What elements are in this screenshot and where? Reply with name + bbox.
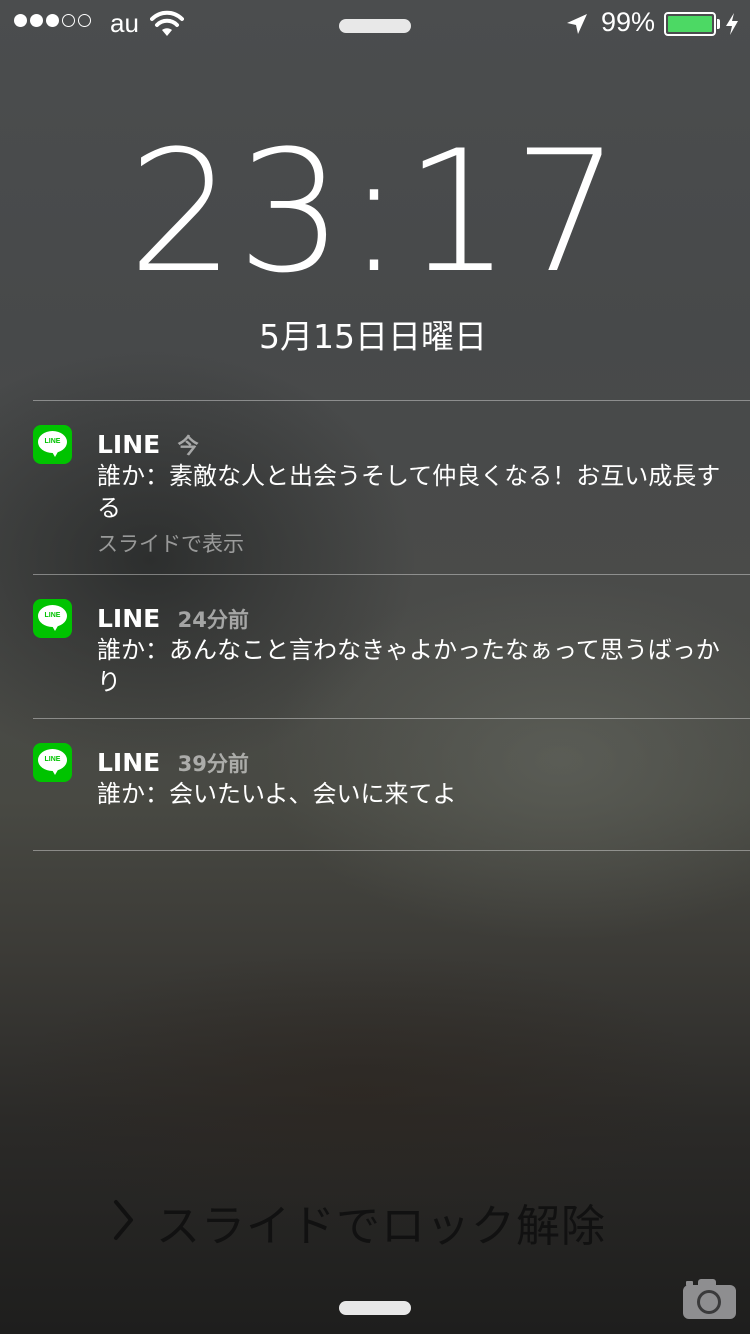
notification-slide-hint: スライドで表示: [97, 532, 244, 556]
top-grabber-handle[interactable]: [339, 19, 411, 33]
carrier-name: au: [110, 8, 139, 38]
charging-bolt-icon: [726, 13, 738, 35]
battery-tip: [717, 19, 720, 29]
notification-item[interactable]: LINE LINE 今 誰か：素敵な人と出会うそして仲良くなる！お互い成長する …: [33, 400, 750, 574]
clock-date: 5月15日日曜日: [259, 317, 487, 356]
line-app-icon: LINE: [33, 425, 72, 464]
line-app-icon: LINE: [33, 743, 72, 782]
signal-strength-icon: [14, 14, 91, 27]
control-center-grabber[interactable]: [339, 1301, 411, 1315]
notification-app-name: LINE 今: [97, 430, 199, 459]
wifi-icon: [150, 10, 184, 36]
notification-app-name: LINE 24分前: [97, 604, 249, 633]
clock-time: 23:17: [127, 114, 623, 310]
location-arrow-icon: [567, 14, 587, 34]
notification-time: 24分前: [177, 608, 249, 632]
battery-icon: [664, 12, 716, 36]
notification-time: 今: [177, 434, 199, 458]
notification-app-name: LINE 39分前: [97, 748, 249, 777]
battery-percentage: 99%: [601, 7, 656, 37]
notification-time: 39分前: [177, 752, 249, 776]
notification-message: 誰か：会いたいよ、会いに来てよ: [97, 780, 457, 808]
status-bar: au 99%: [0, 0, 750, 46]
line-app-icon: LINE: [33, 599, 72, 638]
notification-divider: [33, 850, 750, 851]
battery-level-fill: [668, 16, 712, 32]
notification-message: 誰か：あんなこと言わなきゃよかったなぁって思うばっかり: [97, 636, 720, 696]
chevron-right-icon[interactable]: [112, 1198, 136, 1242]
notification-message: 誰か：素敵な人と出会うそして仲良くなる！お互い成長する: [97, 462, 721, 522]
notification-item[interactable]: LINE LINE 39分前 誰か：会いたいよ、会いに来てよ: [33, 718, 750, 850]
notification-item[interactable]: LINE LINE 24分前 誰か：あんなこと言わなきゃよかったなぁって思うばっ…: [33, 574, 750, 718]
slide-to-unlock-text[interactable]: スライドでロック解除: [156, 1190, 606, 1254]
camera-icon[interactable]: [682, 1276, 737, 1320]
